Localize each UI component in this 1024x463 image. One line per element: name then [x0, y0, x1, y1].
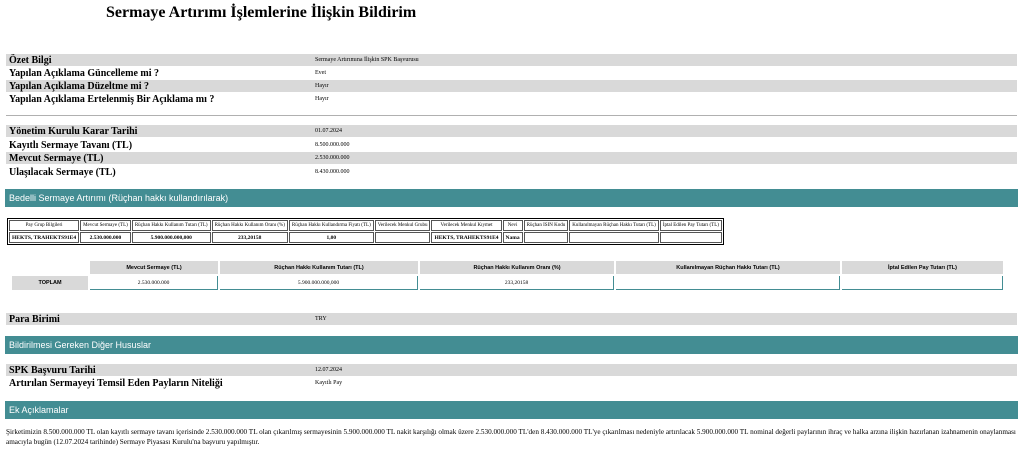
deferred-key: Yapılan Açıklama Ertelenmiş Bir Açıklama… [9, 93, 215, 105]
header-cell: Rüçhan Hakkı Kullanım Oranı (%) [211, 220, 288, 231]
registered-capital-value: 8.500.000.000 [315, 142, 350, 148]
header-cell: Mevcut Sermaye (TL) [80, 220, 131, 231]
share-type-value: Kayıtlı Pay [315, 380, 343, 386]
spk-date-row: SPK Başvuru Tarihi 12.07.2024 [6, 364, 1017, 376]
table-cell [616, 276, 840, 290]
table-header-row: Pay Grup Bilgileri Mevcut Sermaye (TL) R… [9, 220, 722, 231]
update-key: Yapılan Açıklama Güncelleme mi ? [9, 67, 159, 79]
correction-value: Hayır [315, 83, 329, 89]
section-header-rights: Bedelli Sermaye Artırımı (Rüçhan hakkı k… [5, 189, 1018, 207]
update-row: Yapılan Açıklama Güncelleme mi ? Evet [6, 67, 1017, 79]
deferred-row: Yapılan Açıklama Ertelenmiş Bir Açıklama… [6, 93, 1017, 105]
header-cell: Kullanılmayan Rüçhan Hakkı Tutarı (TL) [616, 261, 840, 274]
empty-cell [12, 261, 88, 274]
table-cell: 233,20158 [420, 276, 614, 290]
correction-key: Yapılan Açıklama Düzeltme mi ? [9, 80, 149, 92]
board-date-value: 01.07.2024 [315, 128, 342, 134]
section-header-other: Bildirilmesi Gereken Diğer Hususlar [5, 336, 1018, 354]
current-capital-value: 2.530.000.000 [315, 155, 350, 161]
summary-row: Özet Bilgi Sermaye Artırımına İlişkin SP… [6, 54, 1017, 66]
header-cell: Pay Grup Bilgileri [9, 220, 80, 231]
header-cell: Verilecek Menkul Grubu [374, 220, 431, 231]
header-cell: Rüçhan ISIN Kodu [523, 220, 569, 231]
header-cell: Nevi [502, 220, 523, 231]
table-cell [842, 276, 1003, 290]
table-cell: 2.530.000.000 [80, 232, 131, 243]
rights-detail-table: Pay Grup Bilgileri Mevcut Sermaye (TL) R… [7, 218, 724, 245]
currency-key: Para Birimi [9, 313, 60, 325]
table-cell: HEKTS, TRAHEKTS91E4 [431, 232, 502, 243]
total-label: TOPLAM [12, 276, 88, 290]
page-title: Sermaye Artırımı İşlemlerine İlişkin Bil… [106, 4, 417, 21]
current-capital-key: Mevcut Sermaye (TL) [9, 152, 104, 164]
table-cell [523, 232, 569, 243]
total-header-row: Mevcut Sermaye (TL) Rüçhan Hakkı Kullanı… [12, 261, 1003, 274]
header-cell: İptal Edilen Pay Tutarı (TL) [659, 220, 722, 231]
update-value: Evet [315, 70, 326, 76]
total-table: Mevcut Sermaye (TL) Rüçhan Hakkı Kullanı… [10, 259, 1005, 292]
table-cell [659, 232, 722, 243]
table-cell: 5.900.000.000,000 [220, 276, 418, 290]
header-cell: İptal Edilen Pay Tutarı (TL) [842, 261, 1003, 274]
table-cell [569, 232, 659, 243]
table-cell: HEKTS, TRAHEKTS91E4 [9, 232, 80, 243]
divider [6, 115, 1017, 116]
table-cell: 2.530.000.000 [90, 276, 218, 290]
share-type-row: Artırılan Sermayeyi Temsil Eden Payların… [6, 377, 1017, 389]
deferred-value: Hayır [315, 96, 329, 102]
header-cell: Rüçhan Hakkı Kullanım Oranı (%) [420, 261, 614, 274]
table-row: HEKTS, TRAHEKTS91E4 2.530.000.000 5.900.… [9, 232, 722, 243]
spk-date-key: SPK Başvuru Tarihi [9, 364, 96, 376]
header-cell: Rüçhan Hakkı Kullanım Tutarı (TL) [220, 261, 418, 274]
header-cell: Rüçhan Hakkı Kullandırma Fiyatı (TL) [288, 220, 374, 231]
notes-paragraph: Şirketimizin 8.500.000.000 TL olan kayıt… [6, 428, 1016, 446]
summary-key: Özet Bilgi [9, 54, 52, 66]
target-capital-key: Ulaşılacak Sermaye (TL) [9, 166, 116, 178]
header-cell: Verilecek Menkul Kıymet [431, 220, 502, 231]
board-date-row: Yönetim Kurulu Karar Tarihi 01.07.2024 [6, 125, 1017, 137]
section-header-notes: Ek Açıklamalar [5, 401, 1018, 419]
share-type-key: Artırılan Sermayeyi Temsil Eden Payların… [9, 377, 223, 389]
current-capital-row: Mevcut Sermaye (TL) 2.530.000.000 [6, 152, 1017, 164]
table-cell: 5.900.000.000,000 [131, 232, 211, 243]
table-cell [374, 232, 431, 243]
summary-value: Sermaye Artırımına İlişkin SPK Başvurusu [315, 57, 419, 63]
table-cell: Nama [502, 232, 523, 243]
currency-row: Para Birimi TRY [6, 313, 1017, 325]
correction-row: Yapılan Açıklama Düzeltme mi ? Hayır [6, 80, 1017, 92]
header-cell: Kullanılmayan Rüçhan Hakkı Tutarı (TL) [569, 220, 659, 231]
target-capital-row: Ulaşılacak Sermaye (TL) 8.430.000.000 [6, 166, 1017, 178]
table-cell: 233,20158 [211, 232, 288, 243]
target-capital-value: 8.430.000.000 [315, 169, 350, 175]
currency-value: TRY [315, 316, 327, 322]
table-cell: 1,00 [288, 232, 374, 243]
header-cell: Mevcut Sermaye (TL) [90, 261, 218, 274]
board-date-key: Yönetim Kurulu Karar Tarihi [9, 125, 138, 137]
spk-date-value: 12.07.2024 [315, 367, 342, 373]
header-cell: Rüçhan Hakkı Kullanım Tutarı (TL) [131, 220, 211, 231]
registered-capital-key: Kayıtlı Sermaye Tavanı (TL) [9, 139, 133, 151]
registered-capital-row: Kayıtlı Sermaye Tavanı (TL) 8.500.000.00… [6, 139, 1017, 151]
total-row: TOPLAM 2.530.000.000 5.900.000.000,000 2… [12, 276, 1003, 290]
